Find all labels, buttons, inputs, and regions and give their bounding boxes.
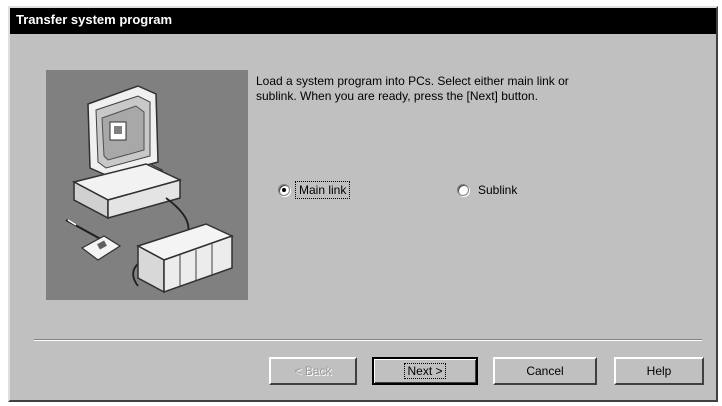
separator	[34, 339, 702, 341]
computer-icon	[65, 85, 234, 294]
next-button[interactable]: Next >	[372, 357, 478, 385]
radio-selected-icon[interactable]	[278, 184, 290, 196]
dialog-title: Transfer system program	[16, 12, 173, 27]
back-button[interactable]: < Back	[269, 357, 357, 385]
cancel-button-label: Cancel	[526, 364, 564, 378]
transfer-dialog: Transfer system program Load a system pr…	[8, 6, 718, 402]
sublink-radio[interactable]: Sublink	[457, 180, 520, 200]
instruction-text: Load a system program into PCs. Select e…	[256, 74, 569, 103]
main-link-radio[interactable]: Main link	[278, 180, 351, 200]
title-bar: Transfer system program	[10, 8, 716, 34]
radio-unselected-icon[interactable]	[457, 184, 469, 196]
sublink-label[interactable]: Sublink	[475, 182, 520, 198]
back-button-label: < Back	[294, 364, 332, 378]
help-button[interactable]: Help	[614, 357, 704, 385]
main-link-label[interactable]: Main link	[294, 181, 351, 199]
computer-plc-illustration	[46, 70, 248, 300]
cancel-button[interactable]: Cancel	[493, 357, 597, 385]
help-button-label: Help	[646, 364, 672, 378]
next-button-label: Next >	[404, 363, 446, 379]
